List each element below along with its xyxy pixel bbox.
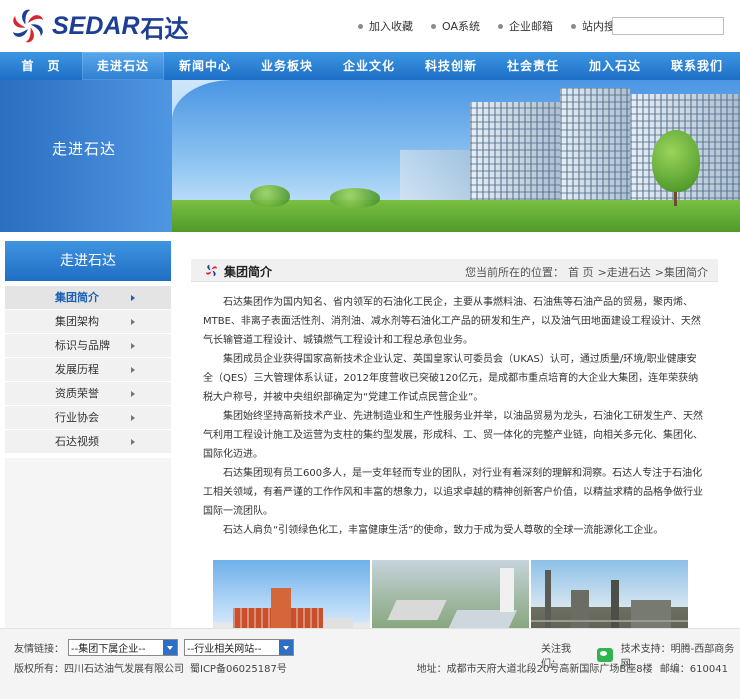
logo-text: SEDAR: [52, 11, 140, 40]
nav-innovation[interactable]: 科技创新: [410, 52, 492, 80]
main-nav: 首 页 走进石达 新闻中心 业务板块 企业文化 科技创新 社会责任 加入石达 联…: [0, 52, 740, 80]
banner-title-panel: 走进石达: [0, 80, 172, 232]
search-input[interactable]: [612, 17, 724, 35]
add-favorite-link[interactable]: 加入收藏: [358, 18, 413, 34]
arrow-right-icon: [131, 367, 135, 373]
friend-links: 友情链接： --集团下属企业-- --行业相关网站--: [14, 639, 294, 656]
address: 地址：成都市天府大道北段20号高新国际广场B座8楼: [416, 664, 653, 675]
banner-title: 走进石达: [52, 140, 117, 158]
top-links: 加入收藏 OA系统 企业邮箱 站内搜索: [358, 18, 644, 34]
sidebar-item-brand[interactable]: 标识与品牌: [5, 334, 171, 358]
friend-links-label: 友情链接：: [14, 644, 64, 655]
nav-join[interactable]: 加入石达: [574, 52, 656, 80]
icp-number: 蜀ICP备06025187号: [190, 664, 287, 675]
nav-contact[interactable]: 联系我们: [656, 52, 738, 80]
main-content: 集团简介 您当前所在的位置： 首 页 >走进石达 >集团简介 石达集团作为国内知…: [191, 259, 718, 664]
nav-responsibility[interactable]: 社会责任: [492, 52, 574, 80]
logo-chinese: 石达: [140, 15, 189, 43]
footer: 友情链接： --集团下属企业-- --行业相关网站-- 版权所有：四川石达油气发…: [0, 628, 740, 699]
arrow-right-icon: [131, 295, 135, 301]
sidebar: 走进石达 集团简介 集团架构 标识与品牌 发展历程 资质荣誉 行业协会 石达视频: [5, 241, 171, 636]
nav-news[interactable]: 新闻中心: [164, 52, 246, 80]
copyright-row: 版权所有：四川石达油气发展有限公司 蜀ICP备06025187号: [14, 660, 287, 675]
paragraph: 石达人肩负“引领绿色化工，丰富健康生活”的使命，致力于成为受人尊敬的全球一流能源…: [223, 525, 664, 536]
breadcrumb-about[interactable]: >走进石达: [598, 264, 651, 280]
sidebar-item-associations[interactable]: 行业协会: [5, 406, 171, 430]
bullet-icon: [498, 23, 503, 29]
breadcrumb-current: >集团简介: [654, 266, 708, 279]
paragraph: 石达集团作为国内知名、省内领军的石油化工民企，主要从事燃料油、石油焦等石油产品的…: [203, 297, 701, 346]
page-title: 集团简介: [224, 265, 273, 279]
copyright: 版权所有：四川石达油气发展有限公司: [14, 664, 184, 675]
sidebar-item-profile[interactable]: 集团简介: [5, 286, 171, 310]
pinwheel-logo-icon: [13, 9, 43, 43]
arrow-right-icon: [131, 319, 135, 325]
breadcrumb: 您当前所在的位置： 首 页 >走进石达 >集团简介: [465, 264, 708, 280]
building-image: [470, 102, 560, 207]
chevron-down-icon: [163, 640, 177, 655]
pinwheel-icon: [205, 264, 218, 277]
header: SEDAR 石达 加入收藏 OA系统 企业邮箱 站内搜索: [0, 0, 740, 52]
bullet-icon: [431, 23, 436, 29]
breadcrumb-prefix: 您当前所在的位置：: [465, 266, 565, 279]
sidebar-item-video[interactable]: 石达视频: [5, 430, 171, 454]
logo[interactable]: SEDAR 石达: [10, 7, 189, 45]
tree-image: [330, 188, 380, 208]
bullet-icon: [358, 23, 363, 29]
paragraph: 集团成员企业获得国家高新技术企业认定、英国皇家认可委员会（UKAS）认可，通过质…: [203, 354, 699, 403]
sidebar-item-history[interactable]: 发展历程: [5, 358, 171, 382]
sidebar-title: 走进石达: [5, 241, 171, 281]
building-image: [560, 88, 630, 208]
nav-about[interactable]: 走进石达: [82, 52, 164, 80]
content-title-bar: 集团简介 您当前所在的位置： 首 页 >走进石达 >集团简介: [191, 259, 718, 282]
arrow-right-icon: [131, 415, 135, 421]
building-image: [400, 150, 470, 206]
sidebar-filler: [5, 458, 171, 636]
nav-culture[interactable]: 企业文化: [328, 52, 410, 80]
industry-sites-select[interactable]: --行业相关网站--: [184, 639, 294, 656]
postcode: 邮编：610041: [659, 664, 728, 675]
banner: 走进石达: [0, 80, 740, 232]
paragraph: 石达集团现有员工600多人，是一支年轻而专业的团队，对行业有着深刻的理解和洞察。…: [203, 468, 703, 517]
sidebar-item-honors[interactable]: 资质荣誉: [5, 382, 171, 406]
tree-image: [652, 130, 700, 192]
group-companies-select[interactable]: --集团下属企业--: [68, 639, 178, 656]
breadcrumb-home[interactable]: 首 页: [568, 264, 594, 280]
nav-home[interactable]: 首 页: [0, 52, 82, 80]
nav-business[interactable]: 业务板块: [246, 52, 328, 80]
tree-image: [250, 185, 290, 207]
article-body: 石达集团作为国内知名、省内领军的石油化工民企，主要从事燃料油、石油焦等石油产品的…: [191, 282, 718, 540]
arrow-right-icon: [131, 439, 135, 445]
oa-system-link[interactable]: OA系统: [431, 18, 480, 34]
paragraph: 集团始终坚持高新技术产业、先进制造业和生产性服务业并举，以油品贸易为龙头，石油化…: [203, 411, 703, 460]
enterprise-mail-link[interactable]: 企业邮箱: [498, 18, 553, 34]
arrow-right-icon: [131, 391, 135, 397]
sidebar-item-structure[interactable]: 集团架构: [5, 310, 171, 334]
chevron-down-icon: [279, 640, 293, 655]
sidebar-list: 集团简介 集团架构 标识与品牌 发展历程 资质荣誉 行业协会 石达视频: [5, 286, 171, 454]
address-row: 地址：成都市天府大道北段20号高新国际广场B座8楼 邮编：610041: [417, 660, 728, 675]
arrow-right-icon: [131, 343, 135, 349]
bullet-icon: [571, 23, 576, 29]
